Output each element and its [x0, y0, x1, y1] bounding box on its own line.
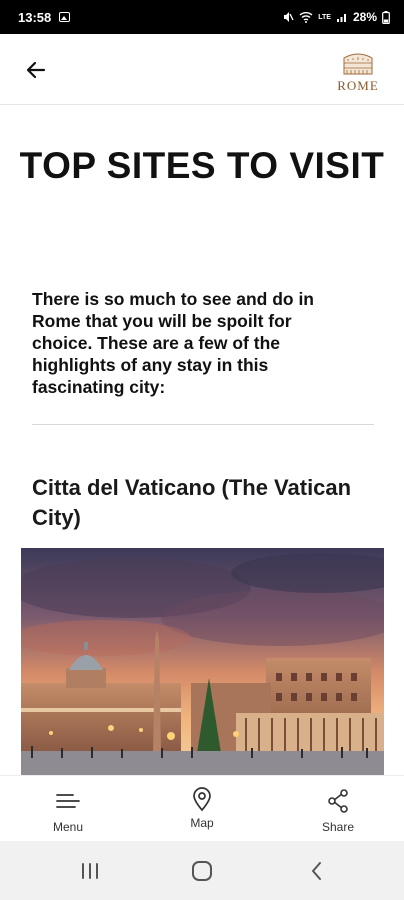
- share-icon: [328, 789, 348, 813]
- wifi-icon: [299, 12, 313, 23]
- gallery-notification-icon: [59, 12, 71, 22]
- nav-label-map: Map: [190, 816, 214, 830]
- status-time: 13:58: [18, 9, 52, 25]
- network-type: LTE: [318, 13, 331, 21]
- menu-icon: [56, 794, 80, 808]
- page-title: TOP SITES TO VISIT: [19, 145, 385, 186]
- intro-text: There is so much to see and do in Rome t…: [32, 289, 314, 397]
- status-bar: 13:58 LTE 28%: [0, 0, 404, 34]
- app-bar: ROME: [0, 34, 404, 105]
- mute-icon: [284, 12, 294, 22]
- home-icon: [192, 861, 212, 881]
- recents-button[interactable]: [70, 857, 110, 885]
- status-left: 13:58: [18, 9, 71, 25]
- battery-percent: 28%: [352, 10, 377, 24]
- signal-icon: [336, 14, 346, 22]
- nav-label-menu: Menu: [52, 820, 84, 834]
- back-button[interactable]: [18, 52, 54, 88]
- nav-label-share: Share: [321, 820, 355, 834]
- system-nav-bar: [0, 841, 404, 900]
- battery-icon: [382, 10, 390, 24]
- page-content[interactable]: TOP SITES TO VISIT There is so much to s…: [0, 105, 404, 775]
- nav-item-map[interactable]: Map: [157, 776, 247, 842]
- bottom-nav: Menu Map Share: [0, 775, 404, 842]
- map-pin-icon: [193, 787, 211, 812]
- system-back-button[interactable]: [296, 857, 336, 885]
- back-icon: [312, 862, 321, 880]
- rome-logo: ROME: [332, 48, 384, 94]
- vatican-photo: [21, 548, 384, 775]
- nav-item-share[interactable]: Share: [293, 776, 383, 842]
- recents-icon: [82, 863, 98, 879]
- home-button[interactable]: [182, 857, 222, 885]
- colosseum-icon: [343, 53, 373, 75]
- nav-item-menu[interactable]: Menu: [23, 776, 113, 842]
- section-title: Citta del Vaticano (The Vatican City): [32, 475, 352, 530]
- divider: [32, 424, 374, 425]
- status-right: LTE 28%: [282, 10, 390, 24]
- arrow-left-icon: [26, 61, 46, 79]
- logo-text: ROME: [337, 78, 379, 93]
